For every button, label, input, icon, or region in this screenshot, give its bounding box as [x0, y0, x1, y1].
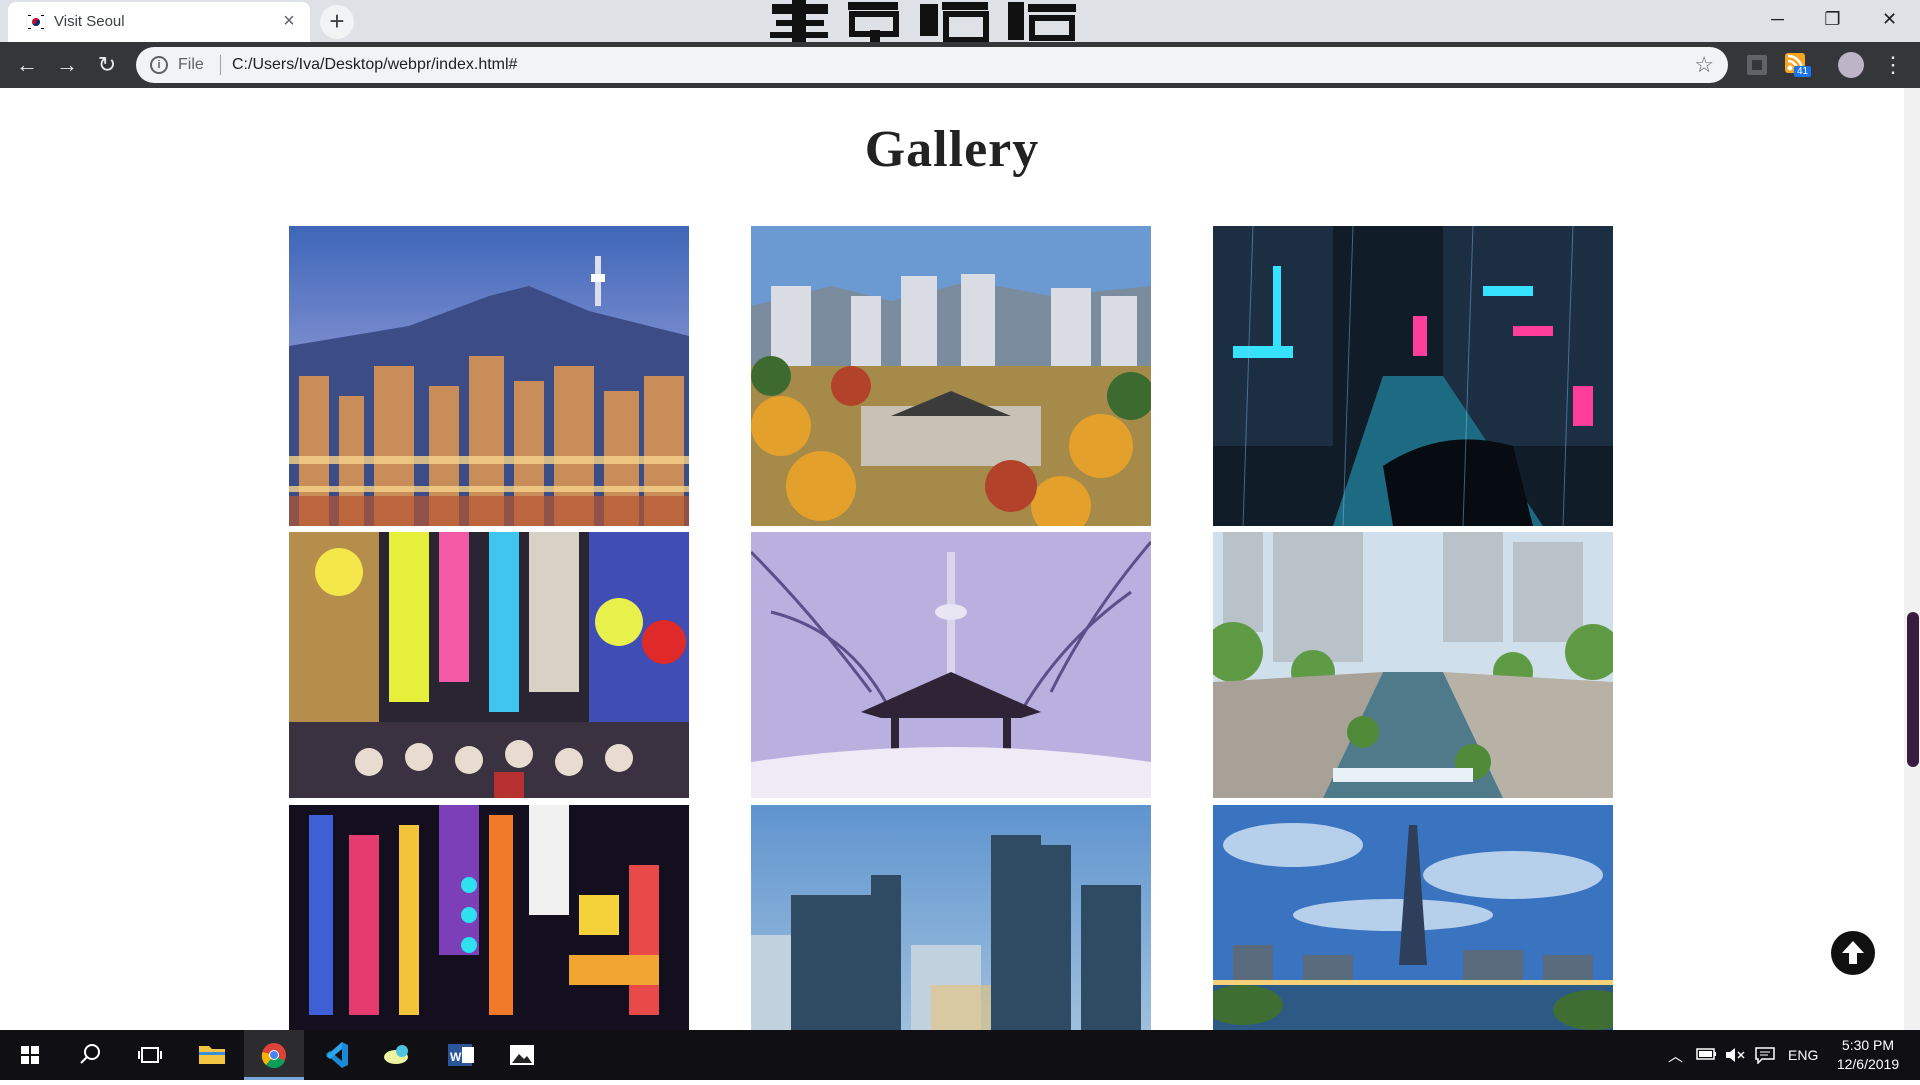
scrollbar-thumb[interactable] — [1907, 612, 1919, 767]
gallery-image-neon-alley[interactable] — [289, 805, 689, 1030]
gallery-image-myeongdong-street[interactable] — [289, 532, 689, 798]
korea-flag-icon — [26, 13, 46, 31]
notifications-icon[interactable] — [1754, 1046, 1776, 1064]
site-info-icon[interactable]: i — [150, 56, 168, 74]
gallery-image-neon-rain-street[interactable] — [1213, 226, 1613, 526]
battery-icon[interactable] — [1696, 1046, 1718, 1062]
profile-avatar[interactable] — [1838, 52, 1864, 78]
vscode-icon — [326, 1042, 348, 1068]
windows-icon — [21, 1046, 39, 1064]
gallery-image-palace-autumn[interactable] — [751, 226, 1151, 526]
chrome-taskbar-button[interactable] — [244, 1030, 304, 1080]
browser-toolbar: ← → ↻ i File C:/Users/Iva/Desktop/webpr/… — [0, 42, 1920, 88]
word-icon: W — [448, 1044, 474, 1066]
svg-text:W: W — [450, 1050, 462, 1064]
vscode-button[interactable] — [306, 1030, 366, 1080]
word-button[interactable]: W — [430, 1030, 490, 1080]
image-viewer-button[interactable] — [492, 1030, 552, 1080]
browser-tab-strip: Visit Seoul × + ─ ❐ ✕ — [0, 0, 1920, 42]
input-language[interactable]: ENG — [1788, 1047, 1818, 1063]
extension-badge: 41 — [1794, 66, 1812, 77]
tab-close-icon[interactable]: × — [278, 10, 300, 32]
task-view-button[interactable] — [120, 1030, 180, 1080]
gallery-image-cheonggyecheon[interactable] — [1213, 532, 1613, 798]
address-separator — [220, 55, 221, 75]
reload-button[interactable]: ↻ — [92, 50, 122, 80]
start-button[interactable] — [0, 1030, 60, 1080]
folder-icon — [199, 1046, 225, 1064]
rss-extension-icon[interactable]: 41 — [1784, 52, 1812, 78]
page-scrollbar[interactable] — [1904, 88, 1920, 1030]
volume-muted-icon[interactable] — [1724, 1046, 1746, 1064]
extension-icon[interactable] — [1744, 52, 1770, 78]
chrome-icon — [261, 1043, 286, 1069]
tray-overflow-icon[interactable]: ︿ — [1668, 1045, 1683, 1066]
image-icon — [510, 1045, 534, 1065]
web-page: Gallery — [0, 88, 1904, 1030]
restore-button[interactable]: ❐ — [1805, 0, 1860, 38]
gallery-image-gangnam-towers[interactable] — [751, 805, 1151, 1030]
bookmark-star-icon[interactable]: ☆ — [1694, 52, 1714, 78]
forward-button[interactable]: → — [52, 50, 82, 80]
gallery-image-lotte-tower-lake[interactable] — [1213, 805, 1613, 1030]
tab-title: Visit Seoul — [54, 13, 125, 30]
weather-folder-icon — [384, 1045, 408, 1064]
new-tab-button[interactable]: + — [320, 5, 354, 39]
gallery-heading: Gallery — [864, 121, 1040, 178]
windows-taskbar: W ︿ ENG 5:30 PM 12/6/2019 — [0, 1030, 1920, 1080]
url-text[interactable]: C:/Users/Iva/Desktop/webpr/index.html# — [232, 56, 517, 74]
clock-time: 5:30 PM — [1841, 1037, 1895, 1053]
scheme-label: File — [178, 56, 204, 73]
taskbar-clock[interactable]: 5:30 PM 12/6/2019 — [1826, 1036, 1910, 1074]
minimize-button[interactable]: ─ — [1750, 0, 1805, 38]
scroll-to-top-button[interactable] — [1831, 931, 1875, 975]
task-view-icon — [138, 1047, 162, 1063]
close-window-button[interactable]: ✕ — [1862, 0, 1917, 38]
page-banner-logo — [770, 0, 1080, 42]
file-explorer-button[interactable] — [182, 1030, 242, 1080]
search-icon — [80, 1044, 100, 1064]
photos-app-button[interactable] — [368, 1030, 428, 1080]
search-button[interactable] — [60, 1030, 120, 1080]
browser-tab[interactable]: Visit Seoul × — [8, 2, 310, 42]
arrow-up-icon — [1833, 933, 1873, 973]
browser-menu-icon[interactable]: ⋮ — [1878, 50, 1908, 80]
gallery-image-namsan-skyline[interactable] — [289, 226, 689, 526]
gallery-image-snow-tower[interactable] — [751, 532, 1151, 798]
back-button[interactable]: ← — [12, 50, 42, 80]
address-bar[interactable]: i File C:/Users/Iva/Desktop/webpr/index.… — [136, 47, 1728, 83]
clock-date: 12/6/2019 — [1836, 1056, 1900, 1072]
